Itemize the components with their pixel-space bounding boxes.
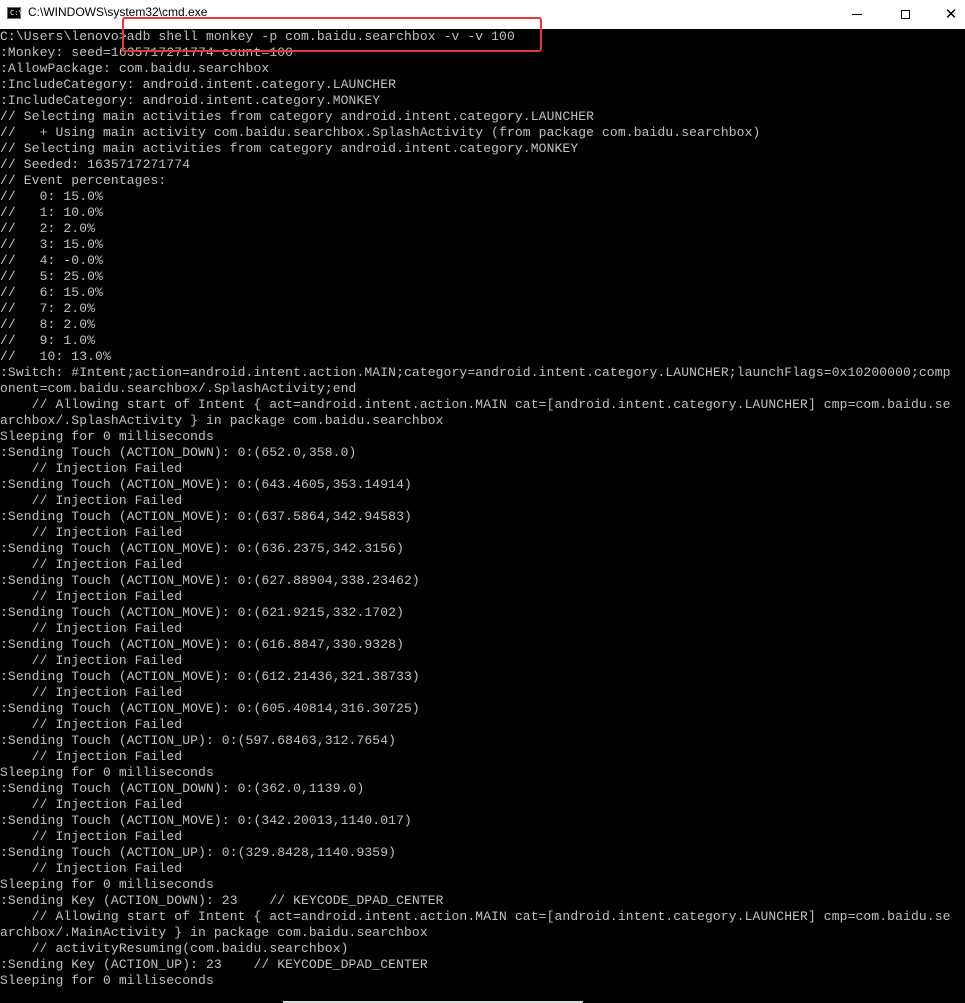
console-line: // 0: 15.0% (0, 189, 103, 204)
close-button[interactable]: ✕ (928, 0, 965, 29)
console-line: Sleeping for 0 milliseconds (0, 877, 214, 892)
console-output[interactable]: C:\Users\lenovo>adb shell monkey -p com.… (0, 29, 965, 1001)
console-line: :Sending Touch (ACTION_MOVE): 0:(621.921… (0, 605, 404, 620)
console-line: // 6: 15.0% (0, 285, 103, 300)
console-line: // Injection Failed (0, 829, 183, 844)
close-icon: ✕ (944, 5, 958, 23)
console-line: // Injection Failed (0, 557, 183, 572)
console-line: C:\Users\lenovo>adb shell monkey -p com.… (0, 29, 515, 44)
console-line: Sleeping for 0 milliseconds (0, 429, 214, 444)
console-line: :Sending Key (ACTION_UP): 23 // KEYCODE_… (0, 957, 428, 972)
console-line: archbox/.MainActivity } in package com.b… (0, 925, 428, 940)
console-line: // 4: -0.0% (0, 253, 103, 268)
title-bar[interactable]: C:\ C:\WINDOWS\system32\cmd.exe ✕ (0, 0, 965, 29)
console-line: :Sending Touch (ACTION_UP): 0:(329.8428,… (0, 845, 397, 860)
console-line: Sleeping for 0 milliseconds (0, 973, 214, 988)
console-line: // Injection Failed (0, 493, 183, 508)
console-line: // Injection Failed (0, 797, 183, 812)
console-line: // 7: 2.0% (0, 301, 96, 316)
console-line: // Injection Failed (0, 749, 183, 764)
minimize-button[interactable] (834, 0, 880, 29)
console-line: :Sending Touch (ACTION_UP): 0:(597.68463… (0, 733, 397, 748)
console-line: // Injection Failed (0, 717, 183, 732)
console-line: :AllowPackage: com.baidu.searchbox (0, 61, 270, 76)
maximize-button[interactable] (882, 0, 928, 29)
console-line: // Injection Failed (0, 461, 183, 476)
console-line: // Selecting main activities from catego… (0, 141, 579, 156)
console-line: // Injection Failed (0, 621, 183, 636)
console-line: :IncludeCategory: android.intent.categor… (0, 77, 397, 92)
console-line: // 8: 2.0% (0, 317, 96, 332)
cmd-window: C:\ C:\WINDOWS\system32\cmd.exe ✕ C:\Use… (0, 0, 965, 1003)
console-line: // 9: 1.0% (0, 333, 96, 348)
console-line: // Injection Failed (0, 653, 183, 668)
console-line: :Sending Touch (ACTION_DOWN): 0:(652.0,3… (0, 445, 357, 460)
console-line: // Injection Failed (0, 525, 183, 540)
console-line: // Seeded: 1635717271774 (0, 157, 191, 172)
console-line: // Event percentages: (0, 173, 167, 188)
console-line: // activityResuming(com.baidu.searchbox) (0, 941, 349, 956)
console-line: // 2: 2.0% (0, 221, 96, 236)
console-line: // 5: 25.0% (0, 269, 103, 284)
console-line: // 3: 15.0% (0, 237, 103, 252)
console-line: :Sending Touch (ACTION_MOVE): 0:(636.237… (0, 541, 404, 556)
console-line: :Monkey: seed=1635717271774 count=100 (0, 45, 294, 60)
console-line: :Sending Touch (ACTION_MOVE): 0:(342.200… (0, 813, 412, 828)
console-line: // 10: 13.0% (0, 349, 111, 364)
console-line: :Sending Touch (ACTION_MOVE): 0:(627.889… (0, 573, 420, 588)
minimize-icon (852, 14, 862, 15)
console-line: :IncludeCategory: android.intent.categor… (0, 93, 381, 108)
console-line: :Sending Key (ACTION_DOWN): 23 // KEYCOD… (0, 893, 444, 908)
console-line: archbox/.SplashActivity } in package com… (0, 413, 444, 428)
console-line: :Sending Touch (ACTION_DOWN): 0:(362.0,1… (0, 781, 365, 796)
console-line: :Sending Touch (ACTION_MOVE): 0:(616.884… (0, 637, 404, 652)
console-line: :Sending Touch (ACTION_MOVE): 0:(612.214… (0, 669, 420, 684)
console-line: // Injection Failed (0, 861, 183, 876)
console-line: // Injection Failed (0, 685, 183, 700)
console-line: :Sending Touch (ACTION_MOVE): 0:(605.408… (0, 701, 420, 716)
console-line: Sleeping for 0 milliseconds (0, 765, 214, 780)
console-line: :Sending Touch (ACTION_MOVE): 0:(637.586… (0, 509, 412, 524)
console-line: // Allowing start of Intent { act=androi… (0, 909, 951, 924)
window-title: C:\WINDOWS\system32\cmd.exe (28, 5, 208, 19)
console-line: // + Using main activity com.baidu.searc… (0, 125, 761, 140)
console-line: // Allowing start of Intent { act=androi… (0, 397, 951, 412)
console-line: :Sending Touch (ACTION_MOVE): 0:(643.460… (0, 477, 412, 492)
console-line: :Switch: #Intent;action=android.intent.a… (0, 365, 951, 380)
console-line: onent=com.baidu.searchbox/.SplashActivit… (0, 381, 357, 396)
console-line: // 1: 10.0% (0, 205, 103, 220)
app-icon-prompt: C:\ (10, 9, 23, 17)
console-line: // Selecting main activities from catego… (0, 109, 595, 124)
maximize-icon (900, 10, 910, 19)
console-line: // Injection Failed (0, 589, 183, 604)
cmd-console-icon: C:\ (7, 7, 23, 19)
